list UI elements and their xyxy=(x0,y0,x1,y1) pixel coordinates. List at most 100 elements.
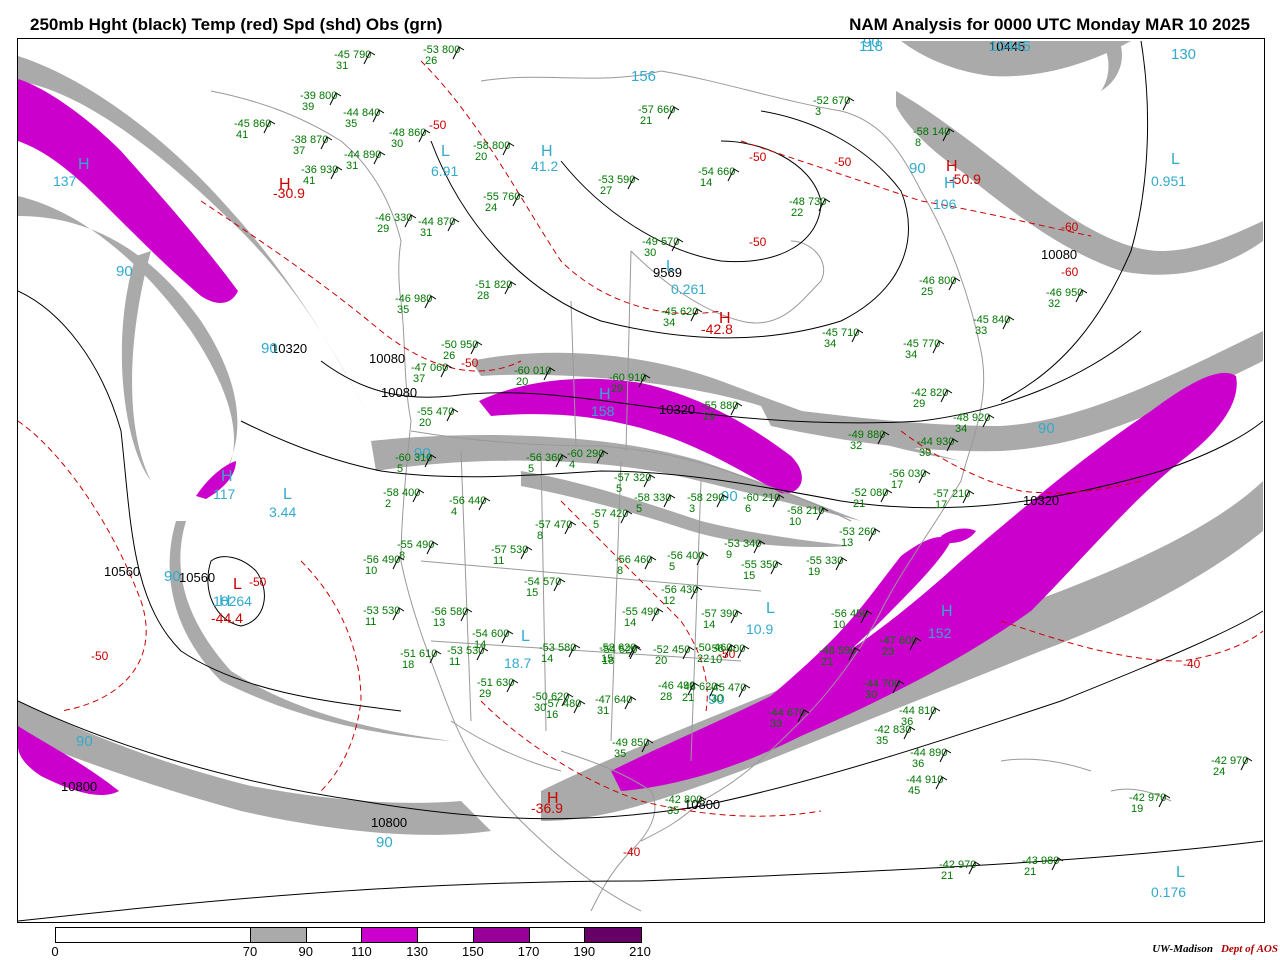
station-dewpoint-depression: 20 xyxy=(419,417,431,429)
station-dewpoint-depression: 34 xyxy=(824,338,836,350)
extremum-symbol: L xyxy=(766,600,775,617)
chart-title: 250mb Hght (black) Temp (red) Spd (shd) … xyxy=(30,15,443,34)
legend-swatch-190-210 xyxy=(585,928,641,942)
station-dewpoint-depression: 17 xyxy=(891,479,903,491)
station-dewpoint-depression: 34 xyxy=(955,423,967,435)
station-dewpoint-depression: 31 xyxy=(346,160,358,172)
station-dewpoint-depression: 35 xyxy=(876,735,888,747)
station-dewpoint-depression: 5 xyxy=(593,519,599,531)
station-dewpoint-depression: 33 xyxy=(975,325,987,337)
station-dewpoint-depression: 29 xyxy=(703,411,715,423)
station-dewpoint-depression: 2 xyxy=(385,498,391,510)
station-dewpoint-depression: 8 xyxy=(617,565,623,577)
station-dewpoint-depression: 18 xyxy=(402,659,414,671)
extremum-value: 41.2 xyxy=(531,158,558,174)
credit-org: UW-Madison xyxy=(1152,943,1213,955)
station-dewpoint-depression: 10 xyxy=(365,565,377,577)
height-contour xyxy=(560,140,822,263)
station-dewpoint-depression: 23 xyxy=(882,646,894,658)
legend-tick-label: 130 xyxy=(406,944,428,959)
station-dewpoint-depression: 28 xyxy=(660,691,672,703)
station-dewpoint-depression: 24 xyxy=(485,202,497,214)
station-dewpoint-depression: 36 xyxy=(912,758,924,770)
extremum-value: 10.9 xyxy=(746,621,773,637)
speed-label: 90 xyxy=(76,733,93,750)
height-contour-label: 10320 xyxy=(659,402,695,417)
extremum-symbol: L xyxy=(1171,151,1180,168)
station-dewpoint-depression: 21 xyxy=(1024,866,1036,878)
station-dewpoint-depression: 6 xyxy=(745,503,751,515)
station-dewpoint-depression: 19 xyxy=(808,566,820,578)
station-dewpoint-depression: 13 xyxy=(433,617,445,629)
station-dewpoint-depression: 27 xyxy=(600,185,612,197)
station-dewpoint-depression: 13 xyxy=(841,537,853,549)
station-dewpoint-depression: 11 xyxy=(493,555,504,567)
station-dewpoint-depression: 5 xyxy=(528,463,534,475)
station-dewpoint-depression: 41 xyxy=(236,129,248,141)
station-dewpoint-depression: 14 xyxy=(624,617,636,629)
extremum-value: 158 xyxy=(591,403,615,419)
speed-label: 90 xyxy=(1038,420,1055,437)
station-dewpoint-depression: 41 xyxy=(303,175,315,187)
station-dewpoint-depression: 29 xyxy=(611,383,623,395)
height-contour-label: 10080 xyxy=(369,351,405,366)
station-dewpoint-depression: 8 xyxy=(915,137,921,149)
station-dewpoint-depression: 28 xyxy=(477,290,489,302)
speed-label: 130 xyxy=(1171,46,1196,63)
temperature-contour-label: -50 xyxy=(749,150,767,164)
station-dewpoint-depression: 20 xyxy=(516,376,528,388)
speed-label: 90 xyxy=(261,340,278,357)
speed-band-gray xyxy=(18,701,491,835)
extremum-value: 18.7 xyxy=(504,655,531,671)
speed-band-gray xyxy=(121,251,151,481)
legend-swatch-130-150 xyxy=(418,928,474,942)
analysis-time-title: NAM Analysis for 0000 UTC Monday MAR 10 … xyxy=(849,15,1250,34)
station-dewpoint-depression: 22 xyxy=(791,207,803,219)
station-dewpoint-depression: 10 xyxy=(789,516,801,528)
station-dewpoint-depression: 11 xyxy=(449,656,460,668)
extremum-value: 0.951 xyxy=(1151,173,1186,189)
extremum-symbol: H xyxy=(599,386,611,403)
station-dewpoint-depression: 20 xyxy=(655,655,667,667)
station-dewpoint-depression: 21 xyxy=(941,870,953,882)
station-dewpoint-depression: 3 xyxy=(815,106,821,118)
station-dewpoint-depression: 10 xyxy=(833,619,845,631)
station-dewpoint-depression: 30 xyxy=(865,689,877,701)
station-dewpoint-depression: 21 xyxy=(821,656,833,668)
station-dewpoint-depression: 29 xyxy=(377,223,389,235)
station-dewpoint-depression: 5 xyxy=(669,561,675,573)
extremum-symbol: L xyxy=(283,486,292,503)
state-line xyxy=(460,450,472,722)
station-dewpoint-depression: 29 xyxy=(913,398,925,410)
temperature-contour-label: -60 xyxy=(1061,265,1079,279)
station-dewpoint-depression: 31 xyxy=(597,705,609,717)
jet-core-small-2 xyxy=(941,528,976,544)
extremum-value: 0.261 xyxy=(671,281,706,297)
legend-tick-label: 0 xyxy=(51,944,59,959)
temperature-contour-label: -40 xyxy=(1183,657,1201,671)
station-dewpoint-depression: 32 xyxy=(1048,298,1060,310)
height-contour-label: 10080 xyxy=(381,385,417,400)
legend-tick-label: 210 xyxy=(629,944,651,959)
height-contour-label: 10800 xyxy=(371,815,407,830)
station-dewpoint-depression: 15 xyxy=(601,653,613,665)
extremum-symbol: H xyxy=(941,603,953,620)
extremum-symbol: L xyxy=(441,143,450,160)
station-dewpoint-depression: 30 xyxy=(711,693,723,705)
extremum-symbol: L xyxy=(666,258,675,275)
height-contour-label: 10080 xyxy=(1041,247,1077,262)
extremum-symbol: L xyxy=(1176,864,1185,881)
temperature-contour-label: -50 xyxy=(749,235,767,249)
station-dewpoint-depression: 4 xyxy=(451,506,457,518)
extremum-value: 6.91 xyxy=(431,163,458,179)
temperature-contour-label: -50 xyxy=(249,575,267,589)
station-dewpoint-depression: 12 xyxy=(663,595,675,607)
station-dewpoint-depression: 5 xyxy=(616,483,622,495)
station-dewpoint-depression: 15 xyxy=(743,570,755,582)
legend-swatch-150-170 xyxy=(473,928,530,942)
extremum-value: 152 xyxy=(928,625,952,641)
legend-swatch-110-130 xyxy=(362,928,419,942)
speed-label: 90 xyxy=(164,568,181,585)
extremum-value: 106 xyxy=(933,196,957,212)
station-dewpoint-depression: 32 xyxy=(850,440,862,452)
